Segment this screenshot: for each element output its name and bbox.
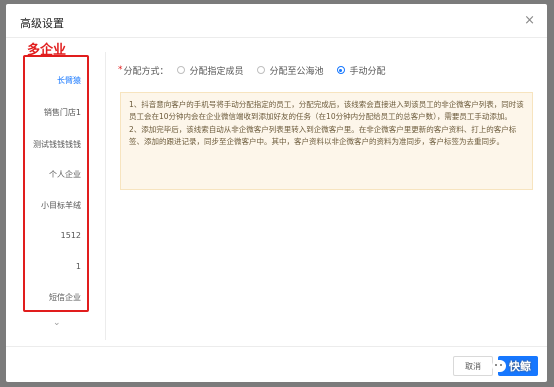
radio-assign-member[interactable]: 分配指定成员 <box>176 64 244 77</box>
radio-label: 分配指定成员 <box>189 66 244 77</box>
cancel-button[interactable]: 取消 <box>453 356 493 376</box>
radio-label: 手动分配 <box>349 66 386 77</box>
divider <box>105 52 106 340</box>
enterprise-list: 长臂猿 销售门店1 测试钱钱钱钱 个人企业 小目标羊绒 1512 1 短信企业 <box>23 55 89 312</box>
wechat-icon <box>492 360 506 372</box>
radio-circle[interactable] <box>256 66 265 74</box>
radio-assign-pool[interactable]: 分配至公海池 <box>256 64 324 77</box>
sidebar-item-enterprise[interactable]: 测试钱钱钱钱 <box>33 139 81 150</box>
sidebar-item-enterprise[interactable]: 个人企业 <box>49 169 81 180</box>
notice-paragraph: 1、抖音意向客户的手机号将手动分配指定的员工，分配完成后，该线索会直接进入到该员… <box>129 100 524 122</box>
radio-manual-assign[interactable]: 手动分配 <box>336 64 386 77</box>
footer-divider <box>6 346 547 347</box>
assign-mode-row: * 分配方式： 分配指定成员 分配至公海池 手动分配 <box>118 62 399 78</box>
radio-label: 分配至公海池 <box>269 66 324 77</box>
sidebar-item-enterprise[interactable]: 小目标羊绒 <box>41 200 81 211</box>
advanced-settings-dialog: 高级设置 × 多企业 长臂猿 销售门店1 测试钱钱钱钱 个人企业 小目标羊绒 1… <box>6 4 547 382</box>
sidebar-item-enterprise[interactable]: 1 <box>76 262 81 271</box>
notice-box: 1、抖音意向客户的手机号将手动分配指定的员工，分配完成后，该线索会直接进入到该员… <box>120 92 533 190</box>
radio-circle-checked[interactable] <box>336 66 345 74</box>
required-mark: * <box>118 65 123 75</box>
sidebar-item-enterprise[interactable]: 销售门店1 <box>44 107 81 118</box>
assign-mode-label: 分配方式： <box>123 66 169 77</box>
dialog-header: 高级设置 × <box>6 4 547 38</box>
sidebar-item-enterprise[interactable]: 长臂猿 <box>57 75 81 86</box>
radio-circle[interactable] <box>176 66 185 74</box>
close-icon[interactable]: × <box>524 13 535 28</box>
watermark-text: 快鲸 <box>509 360 531 373</box>
sidebar-item-enterprise[interactable]: 1512 <box>61 231 81 240</box>
notice-paragraph: 2、添加完毕后，该线索自动从非企微客户列表里转入到企微客户里。在非企微客户里更新… <box>129 124 517 147</box>
sidebar-item-enterprise[interactable]: 短信企业 <box>49 292 81 303</box>
watermark: 快鲸 <box>492 358 531 374</box>
dialog-title: 高级设置 <box>20 17 64 30</box>
chevron-down-icon[interactable]: ⌄ <box>53 318 61 328</box>
